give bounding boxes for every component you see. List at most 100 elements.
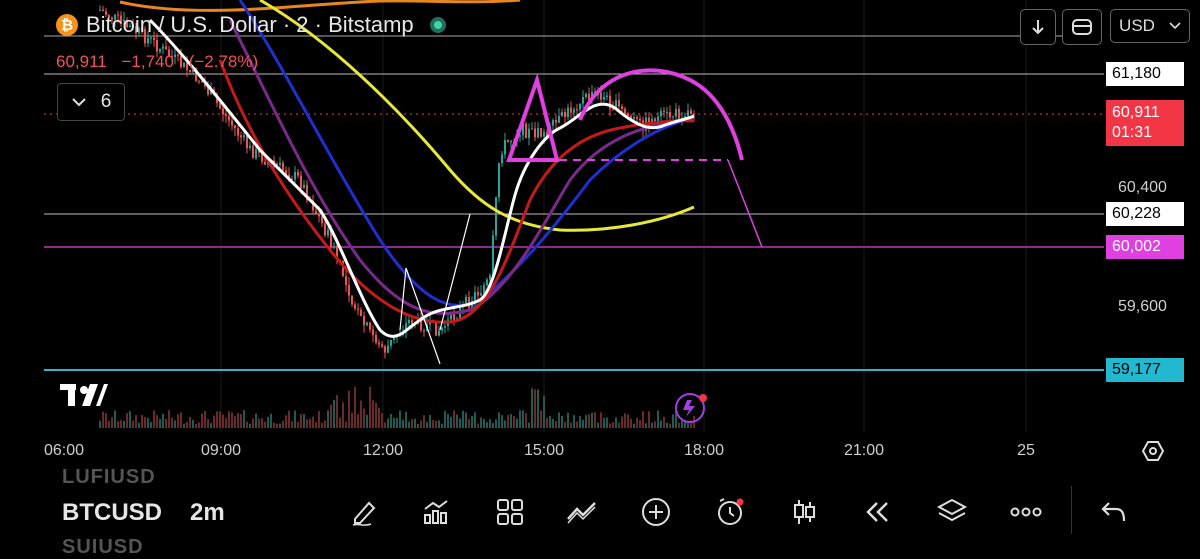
settings-icon[interactable]	[1142, 440, 1164, 462]
scroll-down-button[interactable]	[1020, 9, 1056, 45]
price-tag-level-1[interactable]: 60,228	[1106, 202, 1184, 226]
indicators-toggle-button[interactable]: 6	[57, 83, 125, 121]
volume-bar	[390, 413, 392, 428]
volume-bar	[234, 416, 236, 428]
price-tag-high[interactable]: 61,180	[1106, 62, 1184, 86]
candle-body	[102, 9, 104, 12]
volume-bar	[99, 420, 101, 428]
volume-bar	[573, 415, 575, 428]
candle-body	[303, 184, 305, 188]
next-symbol[interactable]: SUIUSD	[62, 536, 144, 559]
alert-icon[interactable]	[710, 492, 750, 532]
more-icon[interactable]	[1006, 492, 1046, 532]
volume-bar	[156, 415, 158, 428]
candle-body	[345, 276, 347, 286]
fullscreen-button[interactable]	[1062, 9, 1102, 45]
volume-bar	[345, 421, 347, 428]
volume-bar	[627, 414, 629, 428]
symbol-name[interactable]: BTCUSD	[62, 499, 162, 527]
volume-bar	[273, 422, 275, 428]
ma-purple[interactable]	[228, 19, 695, 315]
candle-body	[582, 97, 584, 104]
price-tag-low[interactable]: 59,177	[1106, 358, 1184, 382]
volume-bar	[237, 413, 239, 428]
volume-bar	[294, 410, 296, 428]
prev-symbol[interactable]: LUFIUSD	[62, 466, 156, 489]
last-price: 60,911	[56, 52, 107, 71]
volume-bar	[342, 402, 344, 428]
annotation-triangle[interactable]	[506, 73, 560, 162]
candle-body	[465, 297, 467, 304]
volume-bar	[510, 414, 512, 428]
add-icon[interactable]	[636, 492, 676, 532]
bar-countdown: 01:31	[1112, 124, 1153, 141]
volume-bar	[534, 389, 536, 428]
volume-bar	[672, 414, 674, 428]
replay-icon[interactable]	[858, 492, 898, 532]
candle-body	[99, 9, 101, 11]
volume-bar	[651, 422, 653, 428]
volume-bar	[549, 415, 551, 428]
volume-bar	[285, 415, 287, 428]
interval-button[interactable]: 2m	[190, 499, 225, 527]
candle-body	[315, 210, 317, 214]
candle-body	[606, 95, 608, 97]
ma-red[interactable]	[218, 59, 695, 324]
volume-bar	[522, 410, 524, 428]
volume-bar	[222, 414, 224, 428]
volume-bar	[669, 423, 671, 428]
price-change: 60,911 −1,740 (−2.78%)	[56, 52, 268, 72]
annotation-target-line[interactable]	[727, 159, 763, 248]
layers-icon[interactable]	[932, 492, 972, 532]
volume-bar	[309, 418, 311, 428]
volume-bar	[336, 395, 338, 428]
volume-bar	[459, 418, 461, 428]
volume-bar	[264, 421, 266, 428]
volume-bar	[657, 410, 659, 428]
lightning-assist-icon[interactable]	[675, 393, 707, 423]
toolbar-divider	[1071, 486, 1072, 534]
undo-icon[interactable]	[1094, 492, 1134, 532]
ma-orange[interactable]	[119, 0, 521, 12]
volume-bar	[618, 422, 620, 428]
volume-bar	[555, 420, 557, 428]
indicators-icon[interactable]	[416, 492, 456, 532]
candle-body	[669, 111, 671, 118]
volume-bar	[159, 418, 161, 428]
volume-bar	[240, 413, 242, 428]
candle-body	[507, 140, 509, 142]
chevron-down-icon	[1169, 22, 1181, 30]
volume-bar	[393, 417, 395, 428]
candle-body	[639, 118, 641, 121]
tradingview-logo-icon	[60, 384, 108, 406]
price-tag-current[interactable]: 60,911 01:31	[1106, 100, 1184, 146]
volume-bar	[429, 414, 431, 428]
grid-icon[interactable]	[490, 492, 530, 532]
price-tag-level-2[interactable]: 60,002	[1106, 235, 1184, 259]
volume-bar	[129, 411, 131, 428]
volume-bar	[501, 415, 503, 428]
drawing-icon[interactable]	[562, 492, 602, 532]
candle-body	[570, 107, 572, 113]
currency-select[interactable]: USD	[1110, 9, 1190, 43]
ma-blue[interactable]	[238, 0, 695, 307]
volume-bar	[168, 410, 170, 428]
volume-bar	[450, 416, 452, 428]
indicators-count: 6	[100, 91, 112, 112]
volume-bar	[192, 419, 194, 428]
candles-icon[interactable]	[784, 492, 824, 532]
volume-bar	[504, 420, 506, 428]
symbol-header[interactable]: ₿ Bitcoin / U.S. Dollar · 2 · Bitstamp	[56, 12, 446, 38]
grid	[220, 0, 1027, 432]
pencil-icon[interactable]	[344, 492, 384, 532]
annotation-thin-lines[interactable]	[399, 213, 471, 365]
candle-body	[555, 120, 557, 123]
volume-bar	[300, 414, 302, 428]
candle-body	[501, 154, 503, 164]
candle-body	[237, 128, 239, 136]
candle-body	[585, 93, 587, 98]
volume-bar	[399, 410, 401, 428]
volume-bar	[162, 413, 164, 428]
volume-bar	[201, 413, 203, 428]
volume-bar	[678, 422, 680, 428]
